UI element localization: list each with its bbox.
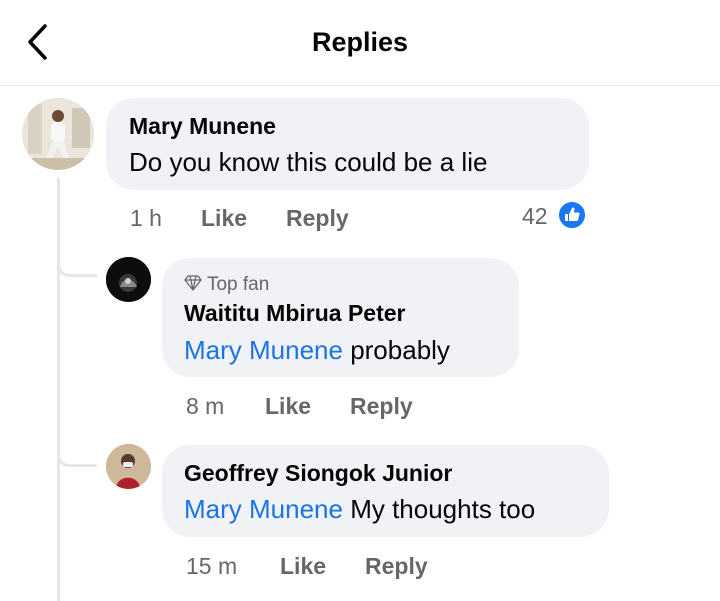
reply-time: 8 m (186, 393, 225, 419)
reply-body: probably (342, 335, 450, 365)
page-title: Replies (311, 27, 409, 57)
comment-bubble: Mary Munene Do you know this could be a … (106, 98, 589, 190)
thread-branch (57, 263, 97, 277)
like-label[interactable]: Like (201, 205, 247, 231)
comment-text: Do you know this could be a lie (129, 147, 488, 177)
comment-author[interactable]: Mary Munene (129, 113, 276, 140)
reply-label[interactable]: Reply (286, 205, 349, 231)
avatar[interactable] (22, 98, 94, 170)
like-button[interactable]: Like (265, 393, 311, 420)
reply-body: My thoughts too (342, 494, 536, 524)
top-fan-label: Top fan (206, 274, 270, 295)
thread-line (57, 178, 60, 601)
reply-text: Mary Munene probably (184, 335, 450, 366)
reply-button[interactable]: Reply (350, 393, 413, 420)
mention-link[interactable]: Mary Munene (184, 494, 343, 524)
like-label[interactable]: Like (265, 393, 311, 419)
like-button[interactable]: Like (201, 205, 247, 232)
reply-bubble: Top fan Waititu Mbirua Peter Mary Munene… (162, 258, 519, 377)
reply-text: Mary Munene My thoughts too (184, 494, 535, 525)
like-label[interactable]: Like (280, 553, 326, 579)
reply-time: 15 m (186, 553, 238, 579)
comment-time: 1 h (130, 205, 162, 231)
thread-branch (57, 453, 97, 467)
avatar[interactable] (106, 444, 151, 489)
reply-label[interactable]: Reply (350, 393, 413, 419)
reaction-count[interactable]: 42 (522, 203, 548, 230)
like-button[interactable]: Like (280, 553, 326, 580)
top-bar: Replies (0, 0, 720, 86)
mention-link[interactable]: Mary Munene (184, 335, 343, 365)
reply-author[interactable]: Geoffrey Siongok Junior (184, 460, 452, 487)
reply-button[interactable]: Reply (365, 553, 428, 580)
reply-label[interactable]: Reply (365, 553, 428, 579)
top-fan-badge: Top fan (184, 274, 269, 296)
avatar[interactable] (106, 257, 151, 302)
reply-author[interactable]: Waititu Mbirua Peter (184, 300, 406, 327)
reply-button[interactable]: Reply (286, 205, 349, 232)
diamond-icon (184, 275, 202, 291)
reply-bubble: Geoffrey Siongok Junior Mary Munene My t… (162, 445, 609, 537)
like-thumb-icon[interactable] (557, 200, 587, 230)
